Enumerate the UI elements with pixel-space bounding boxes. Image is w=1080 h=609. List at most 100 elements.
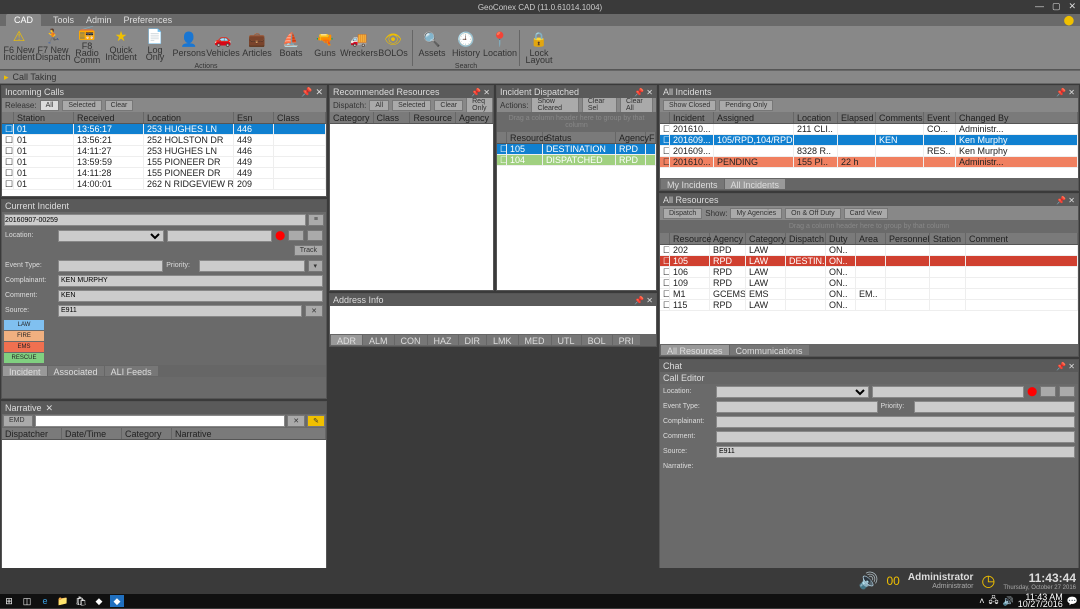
store-icon[interactable]: 🛍 <box>74 595 88 607</box>
addr-tab-med[interactable]: MED <box>519 335 551 345</box>
priority-btn[interactable]: ▾ <box>308 260 324 272</box>
tab-ali[interactable]: ALI Feeds <box>105 366 158 376</box>
log-only-button[interactable]: 📄Log Only <box>138 25 172 63</box>
tray-up-icon[interactable]: ˄ <box>979 596 984 606</box>
narrative-input[interactable] <box>35 415 285 427</box>
incoming-row[interactable]: ☐0113:56:17253 HUGHES LN446 <box>2 124 326 135</box>
tab-incident[interactable]: Incident <box>3 366 47 376</box>
menu-tools[interactable]: Tools <box>53 15 74 25</box>
addr-tab-alm[interactable]: ALM <box>363 335 394 345</box>
tab-communications[interactable]: Communications <box>730 345 809 355</box>
chat-event-input[interactable] <box>716 401 878 413</box>
release-selected[interactable]: Selected <box>62 100 101 111</box>
pin-icon[interactable]: 📌 <box>301 87 312 98</box>
minimize-icon[interactable]: — <box>1035 1 1044 12</box>
resource-row[interactable]: ☐115RPDLAWON.. <box>660 300 1078 311</box>
location-btn2[interactable] <box>307 230 323 241</box>
tray-notifications-icon[interactable]: 💬 <box>1067 596 1078 607</box>
explorer-icon[interactable]: 📁 <box>56 595 70 607</box>
resource-row[interactable]: ☐106RPDLAWON.. <box>660 267 1078 278</box>
location-prefix[interactable] <box>58 230 164 242</box>
tag-fire[interactable]: FIRE <box>4 331 44 341</box>
vehicles-button[interactable]: 🚗Vehicles <box>206 25 240 63</box>
menu-preferences[interactable]: Preferences <box>124 15 173 25</box>
lock-layout-button[interactable]: 🔒Lock Layout <box>522 29 556 67</box>
tab-all-incidents[interactable]: All Incidents <box>725 179 786 189</box>
tray-volume-icon[interactable]: 🔊 <box>1003 596 1014 607</box>
close-icon[interactable]: ✕ <box>315 87 323 98</box>
help-icon[interactable]: ⬤ <box>1064 15 1074 26</box>
chat-location-input[interactable] <box>872 386 1025 398</box>
chat-priority-input[interactable] <box>914 401 1076 413</box>
chat-source-input[interactable] <box>716 446 1075 458</box>
chat-complainant-input[interactable] <box>716 416 1075 428</box>
app2-icon[interactable]: ◆ <box>110 595 124 607</box>
chat-comment-input[interactable] <box>716 431 1075 443</box>
priority-input[interactable] <box>199 260 304 272</box>
articles-button[interactable]: 💼Articles <box>240 25 274 63</box>
incident-list-btn[interactable]: ≡ <box>308 214 324 226</box>
incoming-row[interactable]: ☐0114:11:28155 PIONEER DR449 <box>2 168 326 179</box>
release-clear[interactable]: Clear <box>105 100 134 111</box>
history-button[interactable]: 🕘History <box>449 25 483 63</box>
maximize-icon[interactable]: ▢ <box>1052 1 1061 12</box>
source-input[interactable] <box>58 305 302 317</box>
boats-button[interactable]: ⛵Boats <box>274 25 308 63</box>
incoming-row[interactable]: ☐0113:56:21252 HOLSTON DR449 <box>2 135 326 146</box>
f6-new-incident-button[interactable]: ⚠F6 New Incident <box>2 25 36 63</box>
addr-tab-con[interactable]: CON <box>395 335 427 345</box>
guns-button[interactable]: 🔫Guns <box>308 25 342 63</box>
resource-row[interactable]: ☐202BPDLAWON.. <box>660 245 1078 256</box>
resource-row[interactable]: ☐105RPDLAWDESTIN..ON.. <box>660 256 1078 267</box>
tag-law[interactable]: LAW <box>4 320 44 330</box>
quick-incident-button[interactable]: ★Quick Incident <box>104 25 138 63</box>
close-icon[interactable]: ✕ <box>1068 1 1076 12</box>
incident-row[interactable]: ☐201609...8328 R..RES..Ken Murphy <box>660 146 1078 157</box>
source-clear[interactable]: ✕ <box>305 305 323 317</box>
incident-id-input[interactable] <box>4 214 306 226</box>
location-btn1[interactable] <box>288 230 304 241</box>
chat-loc-prefix[interactable] <box>716 386 869 398</box>
tray-network-icon[interactable]: 🖧 <box>988 593 998 609</box>
comment-input[interactable] <box>58 290 323 302</box>
release-all[interactable]: All <box>40 100 60 111</box>
f7-new-dispatch-button[interactable]: 🏃F7 New Dispatch <box>36 25 70 63</box>
taskview-icon[interactable]: ◫ <box>20 595 34 607</box>
event-type-input[interactable] <box>58 260 163 272</box>
resource-row[interactable]: ☐109RPDLAWON.. <box>660 278 1078 289</box>
addr-tab-lmk[interactable]: LMK <box>487 335 518 345</box>
tab-my-incidents[interactable]: My Incidents <box>661 179 724 189</box>
addr-tab-dir[interactable]: DIR <box>459 335 487 345</box>
resource-row[interactable]: ☐M1GCEMSEMSON..EM.. <box>660 289 1078 300</box>
narr-edit[interactable]: ✎ <box>307 415 325 427</box>
bolos-button[interactable]: 👁BOLOs <box>376 25 410 63</box>
dispatched-row[interactable]: ☐105DESTINATIONRPD <box>497 144 656 155</box>
incident-row[interactable]: ☐201610...211 CLI..CO...Administr... <box>660 124 1078 135</box>
start-icon[interactable]: ⊞ <box>2 595 16 607</box>
app1-icon[interactable]: ◆ <box>92 595 106 607</box>
tab-all-resources[interactable]: All Resources <box>661 345 729 355</box>
persons-button[interactable]: 👤Persons <box>172 25 206 63</box>
addr-tab-bol[interactable]: BOL <box>582 335 612 345</box>
dispatched-row[interactable]: ☐104DISPATCHEDRPD <box>497 155 656 166</box>
incident-row[interactable]: ☐201609...105/RPD,104/RPDKENKen Murphy <box>660 135 1078 146</box>
incoming-row[interactable]: ☐0113:59:59155 PIONEER DR449 <box>2 157 326 168</box>
complainant-input[interactable] <box>58 275 323 287</box>
addr-tab-haz[interactable]: HAZ <box>428 335 458 345</box>
wreckers-button[interactable]: 🚚Wreckers <box>342 25 376 63</box>
addr-tab-pri[interactable]: PRI <box>613 335 640 345</box>
incoming-row[interactable]: ☐0114:11:27253 HUGHES LN446 <box>2 146 326 157</box>
track-button[interactable]: Track <box>294 245 323 256</box>
edge-icon[interactable]: e <box>38 595 52 607</box>
tag-ems[interactable]: EMS <box>4 342 44 352</box>
narr-clear[interactable]: ✕ <box>287 415 305 427</box>
speaker-icon[interactable]: 🔊 <box>859 571 879 591</box>
location-input[interactable] <box>167 230 273 242</box>
assets-button[interactable]: 🔍Assets <box>415 25 449 63</box>
addr-tab-utl[interactable]: UTL <box>552 335 581 345</box>
incoming-row[interactable]: ☐0114:00:01262 N RIDGEVIEW RD209 <box>2 179 326 190</box>
tag-rescue[interactable]: RESCUE <box>4 353 44 363</box>
incident-row[interactable]: ☐201610...PENDING155 PI..22 hAdministr..… <box>660 157 1078 168</box>
location-button[interactable]: 📍Location <box>483 25 517 63</box>
f8-radio-comm-button[interactable]: 📻F8 Radio Comm <box>70 25 104 63</box>
